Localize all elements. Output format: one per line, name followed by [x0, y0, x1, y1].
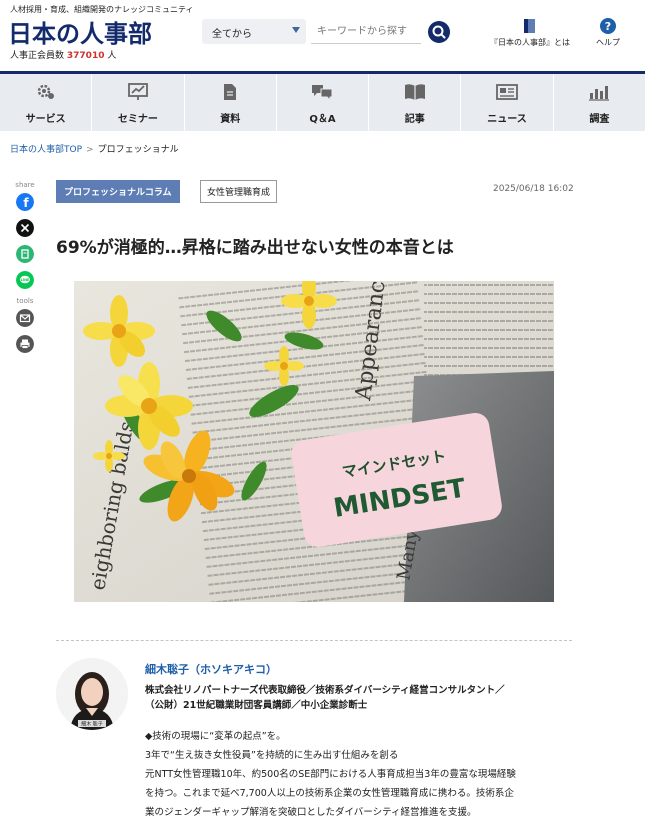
help-link-label: ヘルプ	[596, 38, 620, 47]
category-badge[interactable]: プロフェッショナルコラム	[56, 180, 180, 203]
service-icon	[37, 84, 54, 99]
help-link[interactable]: ? ヘルプ	[596, 18, 620, 48]
share-column: share f LINE tools	[14, 181, 36, 361]
nav-item-seminar[interactable]: セミナー	[92, 74, 185, 131]
publish-date: 2025/06/18 16:02	[493, 184, 574, 194]
mail-icon[interactable]	[16, 309, 34, 327]
article-title: 69%が消極的…昇格に踏み出せない女性の本音とは	[56, 238, 454, 258]
nav-item-article[interactable]: 記事	[369, 74, 462, 131]
nav-item-label: サービス	[25, 114, 66, 125]
member-count-prefix: 人事正会員数	[10, 51, 65, 61]
author-bio-line: ◆技術の現場に“変革の起点”を。	[145, 731, 286, 742]
breadcrumb: 日本の人事部TOP > プロフェッショナル	[10, 142, 179, 155]
nav-item-service[interactable]: サービス	[0, 74, 93, 131]
nav-item-label: セミナー	[117, 114, 158, 125]
nav-item-label: 資料	[220, 114, 241, 125]
nav-item-label: 調査	[589, 114, 610, 125]
author-bio-line: を持つ。これまで延べ7,700人以上の技術系企業の女性管理職育成に携わる。技術系…	[145, 788, 514, 799]
document-icon	[224, 84, 237, 100]
author-bio-line: 3年で“生え抜き女性役員”を持続的に生み出す仕組みを創る	[145, 750, 399, 761]
print-icon[interactable]	[16, 335, 34, 353]
member-count-suffix: 人	[107, 51, 117, 61]
search-button[interactable]	[428, 21, 450, 43]
svg-text:LINE: LINE	[21, 278, 30, 282]
breadcrumb-separator: >	[86, 145, 94, 155]
site-header: 人材採用・育成、組織開発のナレッジコミュニティ 日本の人事部 人事正会員数 37…	[0, 0, 645, 68]
site-logo[interactable]: 日本の人事部	[8, 14, 152, 49]
nav-item-label: 記事	[404, 114, 425, 125]
nav-item-document[interactable]: 資料	[185, 74, 277, 131]
author-title-line: （公財）21世紀職業財団客員講師／中小企業診断士	[145, 700, 368, 711]
breadcrumb-current: プロフェッショナル	[97, 145, 179, 155]
member-count-value: 377010	[66, 51, 105, 61]
search-scope-select[interactable]: 全てから	[202, 19, 306, 44]
facebook-icon[interactable]: f	[16, 193, 34, 211]
bookmark-share-icon[interactable]	[16, 245, 34, 263]
author-bio: ◆技術の現場に“変革の起点”を。 3年で“生え抜き女性役員”を持続的に生み出す仕…	[145, 727, 577, 822]
author-bio-line: 業のジェンダーギャップ解消を突破口としたダイバーシティ経営推進を支援。	[145, 807, 477, 818]
survey-icon	[589, 86, 610, 101]
nav-item-qa[interactable]: Q＆A	[277, 74, 370, 131]
line-icon[interactable]: LINE	[16, 271, 34, 289]
about-link-label: 『日本の人事部』とは	[490, 38, 570, 47]
tag-badge[interactable]: 女性管理職育成	[200, 180, 278, 203]
about-link[interactable]: 『日本の人事部』とは	[490, 18, 570, 48]
member-count: 人事正会員数 377010 人	[10, 48, 116, 61]
author-titles: 株式会社リノパートナーズ代表取締役／技術系ダイバーシティ経営コンサルタント／ （…	[145, 683, 575, 713]
avatar[interactable]: 細木 聡子	[56, 658, 128, 730]
search-scope-value: 全てから	[212, 29, 252, 40]
seminar-icon	[128, 83, 148, 100]
qa-icon	[312, 85, 333, 101]
bookmark-icon	[524, 19, 535, 33]
main-nav: サービス セミナー 資料 Q＆A 記事 ニュース 調査	[0, 71, 645, 131]
breadcrumb-home[interactable]: 日本の人事部TOP	[10, 145, 82, 155]
nav-item-survey[interactable]: 調査	[554, 74, 645, 131]
avatar-caption: 細木 聡子	[81, 721, 103, 728]
share-label: share	[15, 181, 35, 189]
tools-label: tools	[16, 297, 34, 305]
author-title-line: 株式会社リノパートナーズ代表取締役／技術系ダイバーシティ経営コンサルタント／	[145, 685, 505, 696]
author-bio-line: 元NTT女性管理職10年、約500名のSE部門における人事育成担当3年の豊富な現…	[145, 769, 516, 780]
divider	[56, 640, 572, 641]
x-icon[interactable]	[16, 219, 34, 237]
nav-item-label: ニュース	[487, 114, 527, 125]
author-name[interactable]: 細木聡子（ホソキアキコ）	[145, 661, 277, 677]
nav-item-news[interactable]: ニュース	[461, 74, 554, 131]
svg-text:f: f	[23, 196, 29, 210]
article-icon	[404, 84, 425, 100]
news-icon	[496, 84, 518, 100]
search-icon	[432, 25, 446, 39]
nav-item-label: Q＆A	[309, 114, 336, 125]
hero-image: Appearance of eighboring balds. Many マイン…	[74, 281, 554, 602]
svg-text:?: ?	[605, 20, 611, 33]
search-input[interactable]	[311, 19, 421, 44]
help-icon: ?	[600, 18, 616, 34]
chevron-down-icon	[292, 27, 300, 33]
